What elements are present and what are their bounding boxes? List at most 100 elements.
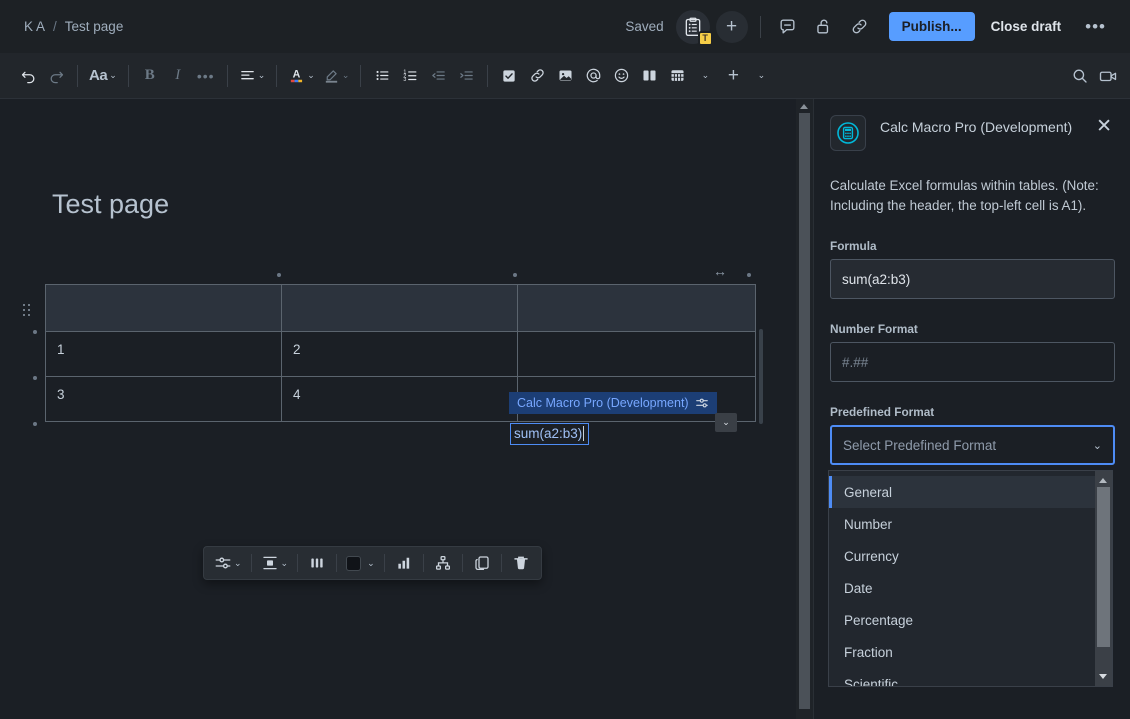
avatar-badge: T <box>697 30 713 46</box>
image-icon[interactable] <box>551 61 579 91</box>
page-title[interactable]: Test page <box>52 189 169 220</box>
scrollbar-thumb[interactable] <box>1097 487 1110 647</box>
chevron-down-icon: ⌄ <box>757 70 766 80</box>
insert-menu-button[interactable]: + <box>719 61 747 91</box>
layout-columns-icon[interactable] <box>635 61 663 91</box>
toolbar-divider <box>383 554 385 572</box>
avatar[interactable]: T <box>675 9 713 46</box>
dropdown-option-number[interactable]: Number <box>829 508 1097 540</box>
table-header-cell-2[interactable] <box>281 284 518 332</box>
table-cell-a2[interactable]: 1 <box>45 331 282 377</box>
toolbar-divider <box>250 554 252 572</box>
trash-icon[interactable] <box>507 548 535 578</box>
outdent-button[interactable] <box>424 61 452 91</box>
search-icon[interactable] <box>1066 61 1094 91</box>
predefined-format-value: Select Predefined Format <box>843 437 997 453</box>
chevron-down-icon: ⌄ <box>1092 439 1102 452</box>
more-formatting-button[interactable]: ••• <box>192 61 220 91</box>
top-bar-actions: Saved T + Publish... Close draft ••• <box>625 9 1130 46</box>
highlight-color-button[interactable]: ⌄ <box>319 61 354 91</box>
table-cell-b2[interactable]: 2 <box>281 331 518 377</box>
cell-align-icon[interactable]: ⌄ <box>257 548 293 578</box>
table-cell-c3[interactable]: Calc Macro Pro (Development) ⌄ sum(a2:b3… <box>509 376 756 445</box>
copy-icon[interactable] <box>468 548 496 578</box>
scrollbar-thumb[interactable] <box>799 113 810 709</box>
table-chevron-button[interactable]: ⌄ <box>691 61 719 91</box>
dropdown-scrollbar[interactable] <box>1095 471 1112 686</box>
scroll-up-arrow-icon[interactable] <box>800 104 808 109</box>
chevron-down-icon: ⌄ <box>280 557 289 568</box>
toolbar-divider <box>127 64 129 87</box>
dropdown-option-general[interactable]: General <box>829 476 1097 508</box>
indent-button[interactable] <box>452 61 480 91</box>
table-header-cell-1[interactable] <box>45 284 282 332</box>
task-list-icon[interactable] <box>495 61 523 91</box>
cell-background-color-button[interactable]: ⌄ <box>342 548 379 578</box>
dropdown-option-scientific[interactable]: Scientific <box>829 668 1097 687</box>
scroll-up-arrow-icon[interactable] <box>1099 478 1107 483</box>
chevron-down-icon: ⌄ <box>234 557 242 568</box>
table-options-icon[interactable]: ⌄ <box>210 548 246 578</box>
formula-input[interactable]: sum(a2:b3) <box>830 259 1115 299</box>
link-icon[interactable] <box>523 61 551 91</box>
dropdown-option-date[interactable]: Date <box>829 572 1097 604</box>
column-handles[interactable] <box>45 273 755 281</box>
more-options-button[interactable]: ••• <box>1077 17 1114 37</box>
toolbar-divider <box>226 64 228 87</box>
table-cell-c2[interactable] <box>517 331 756 377</box>
text-color-button[interactable]: A ⌄ <box>284 61 319 91</box>
insert-chevron-button[interactable]: ⌄ <box>747 61 775 91</box>
table-icon[interactable] <box>663 61 691 91</box>
save-status: Saved <box>625 19 664 34</box>
publish-button[interactable]: Publish... <box>888 12 975 41</box>
doc-table[interactable]: 1 2 3 4 Calc Macro Pro (Development) ⌄ s… <box>45 284 756 445</box>
video-camera-icon[interactable] <box>1094 61 1122 91</box>
distribute-columns-icon[interactable] <box>303 548 331 578</box>
macro-chip-label: Calc Macro Pro (Development) <box>517 396 689 410</box>
close-draft-button[interactable]: Close draft <box>981 12 1072 41</box>
table-drag-handle[interactable] <box>23 304 33 318</box>
editor-canvas[interactable]: Test page ↔ 1 2 3 4 Calc Macro Pro (Deve… <box>0 99 813 719</box>
panel-title: Calc Macro Pro (Development) <box>880 119 1073 135</box>
table-cell-b3[interactable]: 4 <box>281 376 518 422</box>
text-style-dropdown[interactable]: Aa ⌄ <box>85 61 121 91</box>
predefined-format-dropdown[interactable]: General Number Currency Date Percentage … <box>828 470 1113 687</box>
chevron-down-icon: ⌄ <box>257 70 266 80</box>
undo-icon[interactable] <box>14 61 42 91</box>
dropdown-option-currency[interactable]: Currency <box>829 540 1097 572</box>
table-floating-toolbar: ⌄ ⌄ ⌄ <box>203 546 542 580</box>
breadcrumb-space[interactable]: K A <box>24 19 45 34</box>
predefined-format-select[interactable]: Select Predefined Format ⌄ <box>830 425 1115 465</box>
table-inner-scrollbar[interactable] <box>759 329 763 424</box>
italic-button[interactable]: I <box>164 61 192 91</box>
numbered-list-button[interactable]: 1 2 3 <box>396 61 424 91</box>
macro-settings-icon[interactable] <box>695 396 709 410</box>
table-container: 1 2 3 4 Calc Macro Pro (Development) ⌄ s… <box>23 273 763 445</box>
dropdown-option-percentage[interactable]: Percentage <box>829 604 1097 636</box>
chart-icon[interactable] <box>390 548 418 578</box>
scroll-down-arrow-icon[interactable] <box>1099 674 1107 679</box>
macro-chip[interactable]: Calc Macro Pro (Development) <box>509 392 717 414</box>
dropdown-option-fraction[interactable]: Fraction <box>829 636 1097 668</box>
close-icon[interactable]: ✕ <box>1094 115 1114 138</box>
breadcrumb-page[interactable]: Test page <box>65 19 124 34</box>
redo-icon[interactable] <box>42 61 70 91</box>
editor-scrollbar[interactable] <box>796 99 813 719</box>
unlock-icon[interactable] <box>809 12 839 42</box>
macro-chevron-down-icon[interactable]: ⌄ <box>715 413 737 432</box>
toolbar-divider <box>276 64 278 87</box>
text-alignment-button[interactable]: ⌄ <box>235 61 270 91</box>
top-bar: K A / Test page Saved T + Publish... Clo… <box>0 0 1130 53</box>
mention-icon[interactable] <box>579 61 607 91</box>
table-cell-a3[interactable]: 3 <box>45 376 282 422</box>
emoji-icon[interactable] <box>607 61 635 91</box>
comment-icon[interactable] <box>773 12 803 42</box>
link-icon[interactable] <box>845 12 875 42</box>
macro-formula-value[interactable]: sum(a2:b3) <box>510 423 590 445</box>
add-people-button[interactable]: + <box>715 10 748 43</box>
bullet-list-button[interactable] <box>368 61 396 91</box>
table-header-cell-3[interactable] <box>517 284 756 332</box>
number-format-input[interactable]: #.## <box>830 342 1115 382</box>
bold-button[interactable]: B <box>136 61 164 91</box>
hierarchy-icon[interactable] <box>429 548 457 578</box>
